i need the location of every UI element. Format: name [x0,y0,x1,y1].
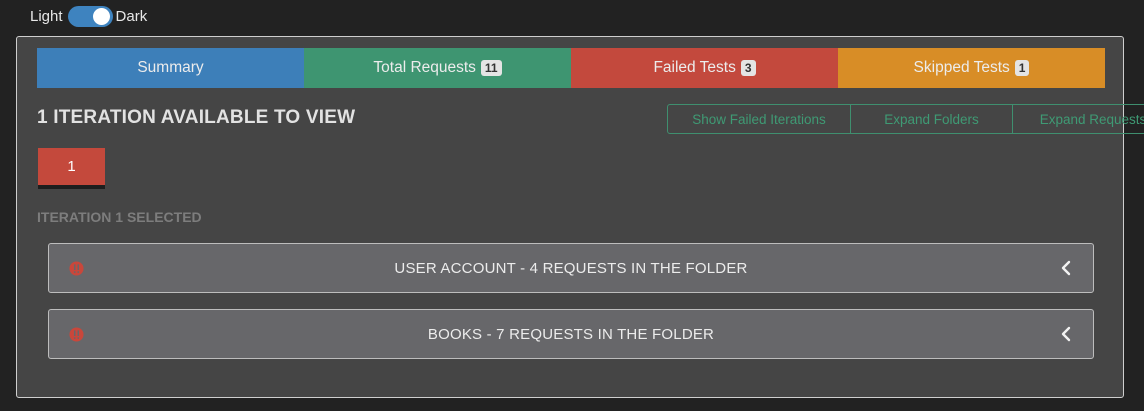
folder-title: BOOKS - 7 REQUESTS IN THE FOLDER [427,325,715,343]
dark-label: Dark [115,7,148,25]
theme-switch[interactable] [67,5,113,27]
report-card: Summary Total Requests 11 Failed Tests 3… [16,36,1144,398]
tab-skipped-tests-label: Skipped Tests [913,59,1010,76]
folder-books[interactable]: BOOKS - 7 REQUESTS IN THE FOLDER [48,309,1094,359]
chevron-left-icon [1061,260,1071,276]
folder-title: USER ACCOUNT - 4 REQUESTS IN THE FOLDER [394,259,748,277]
tab-total-requests[interactable]: Total Requests 11 [304,48,571,88]
chevron-left-icon [1061,326,1071,342]
show-failed-iterations-button[interactable]: Show Failed Iterations [668,105,851,133]
error-icon [69,261,84,276]
iteration-selected-label: ITERATION 1 SELECTED [37,209,202,225]
iteration-button-1[interactable]: 1 [38,148,105,189]
tab-total-requests-label: Total Requests [373,59,476,76]
expand-requests-button[interactable]: Expand Requests [1013,105,1144,133]
tab-skipped-tests[interactable]: Skipped Tests 1 [838,48,1105,88]
expand-folders-button[interactable]: Expand Folders [851,105,1013,133]
switch-knob [92,7,110,25]
total-requests-badge: 11 [480,60,502,76]
tab-failed-tests-label: Failed Tests [653,59,736,76]
tab-summary-label: Summary [137,59,204,76]
iteration-actions: Show Failed Iterations Expand Folders Ex… [667,104,1144,134]
folder-user-account[interactable]: USER ACCOUNT - 4 REQUESTS IN THE FOLDER [48,243,1094,293]
error-icon [69,327,84,342]
theme-toggle: Light Dark [30,4,147,28]
iterations-heading: 1 ITERATION AVAILABLE TO VIEW [37,107,356,128]
tab-summary[interactable]: Summary [37,48,304,88]
light-label: Light [30,7,63,25]
skipped-tests-badge: 1 [1014,60,1030,76]
summary-tabs: Summary Total Requests 11 Failed Tests 3… [37,48,1105,88]
failed-tests-badge: 3 [740,60,756,76]
tab-failed-tests[interactable]: Failed Tests 3 [571,48,838,88]
